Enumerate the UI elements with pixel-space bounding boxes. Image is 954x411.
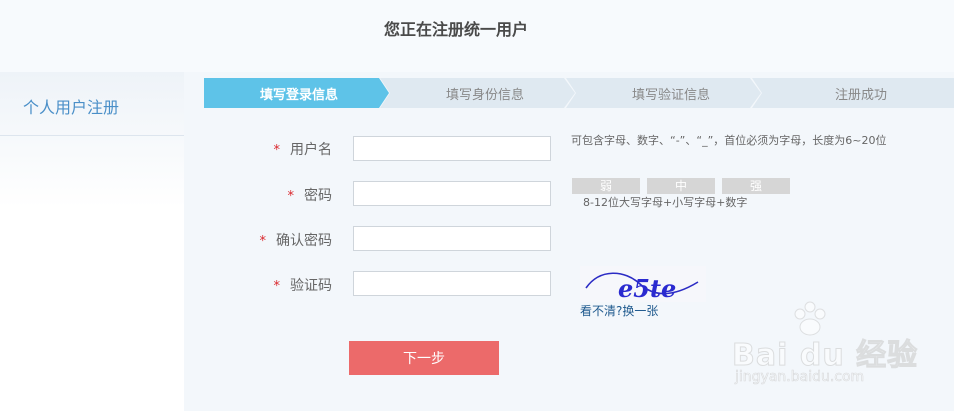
captcha-label: * 验证码 xyxy=(240,275,333,295)
username-label-text: 用户名 xyxy=(290,142,332,158)
step-label: 填写身份信息 xyxy=(445,87,524,103)
confirm-password-label: * 确认密码 xyxy=(240,230,333,250)
step-login-info: 填写登录信息 xyxy=(204,78,394,108)
captcha-refresh-link[interactable]: 看不清?换一张 xyxy=(580,302,658,319)
step-identity-info: 填写身份信息 xyxy=(380,78,578,108)
required-mark: * xyxy=(273,143,281,158)
baidu-jingyan-watermark: Bai du 经验 jingyan.baidu.com xyxy=(731,300,922,400)
password-hint: 8-12位大写字母+小写字母+数字 xyxy=(583,196,748,209)
step-verify-info: 填写验证信息 xyxy=(566,78,764,108)
step-label: 填写验证信息 xyxy=(631,87,710,103)
strength-medium-bar: 中 xyxy=(647,178,715,194)
captcha-label-text: 验证码 xyxy=(290,278,332,294)
password-label-text: 密码 xyxy=(304,188,332,204)
next-step-button[interactable]: 下一步 xyxy=(349,341,499,375)
watermark-logo-text: Bai du 经验 xyxy=(731,338,919,374)
registration-steps: 填写登录信息 填写身份信息 填写验证信息 注册成功 xyxy=(204,78,954,108)
username-hint: 可包含字母、数字、“-”、“_”，首位必须为字母，长度为6~20位 xyxy=(571,134,887,147)
username-label: * 用户名 xyxy=(240,139,333,159)
confirm-password-input[interactable] xyxy=(353,226,551,251)
required-mark: * xyxy=(273,279,281,294)
page-header: 您正在注册统一用户 xyxy=(0,0,954,72)
watermark-url: jingyan.baidu.com xyxy=(735,369,865,386)
sidebar: 个人用户注册 xyxy=(0,72,184,411)
password-label: * 密码 xyxy=(240,185,333,205)
required-mark: * xyxy=(287,189,295,204)
sidebar-item-personal-register[interactable]: 个人用户注册 xyxy=(0,72,184,136)
step-register-success: 注册成功 xyxy=(752,78,954,108)
step-label: 注册成功 xyxy=(834,87,887,103)
captcha-graphic: e5te xyxy=(580,266,706,303)
captcha-text: e5te xyxy=(618,274,676,302)
captcha-input[interactable] xyxy=(353,271,551,296)
confirm-password-label-text: 确认密码 xyxy=(276,233,332,249)
captcha-image[interactable]: e5te xyxy=(580,266,706,303)
strength-weak-bar: 弱 xyxy=(572,178,640,194)
page-title: 您正在注册统一用户 xyxy=(384,20,529,39)
strength-strong-bar: 强 xyxy=(722,178,790,194)
username-input[interactable] xyxy=(353,136,551,161)
password-input[interactable] xyxy=(353,181,551,206)
step-label: 填写登录信息 xyxy=(259,87,338,103)
required-mark: * xyxy=(259,234,267,249)
